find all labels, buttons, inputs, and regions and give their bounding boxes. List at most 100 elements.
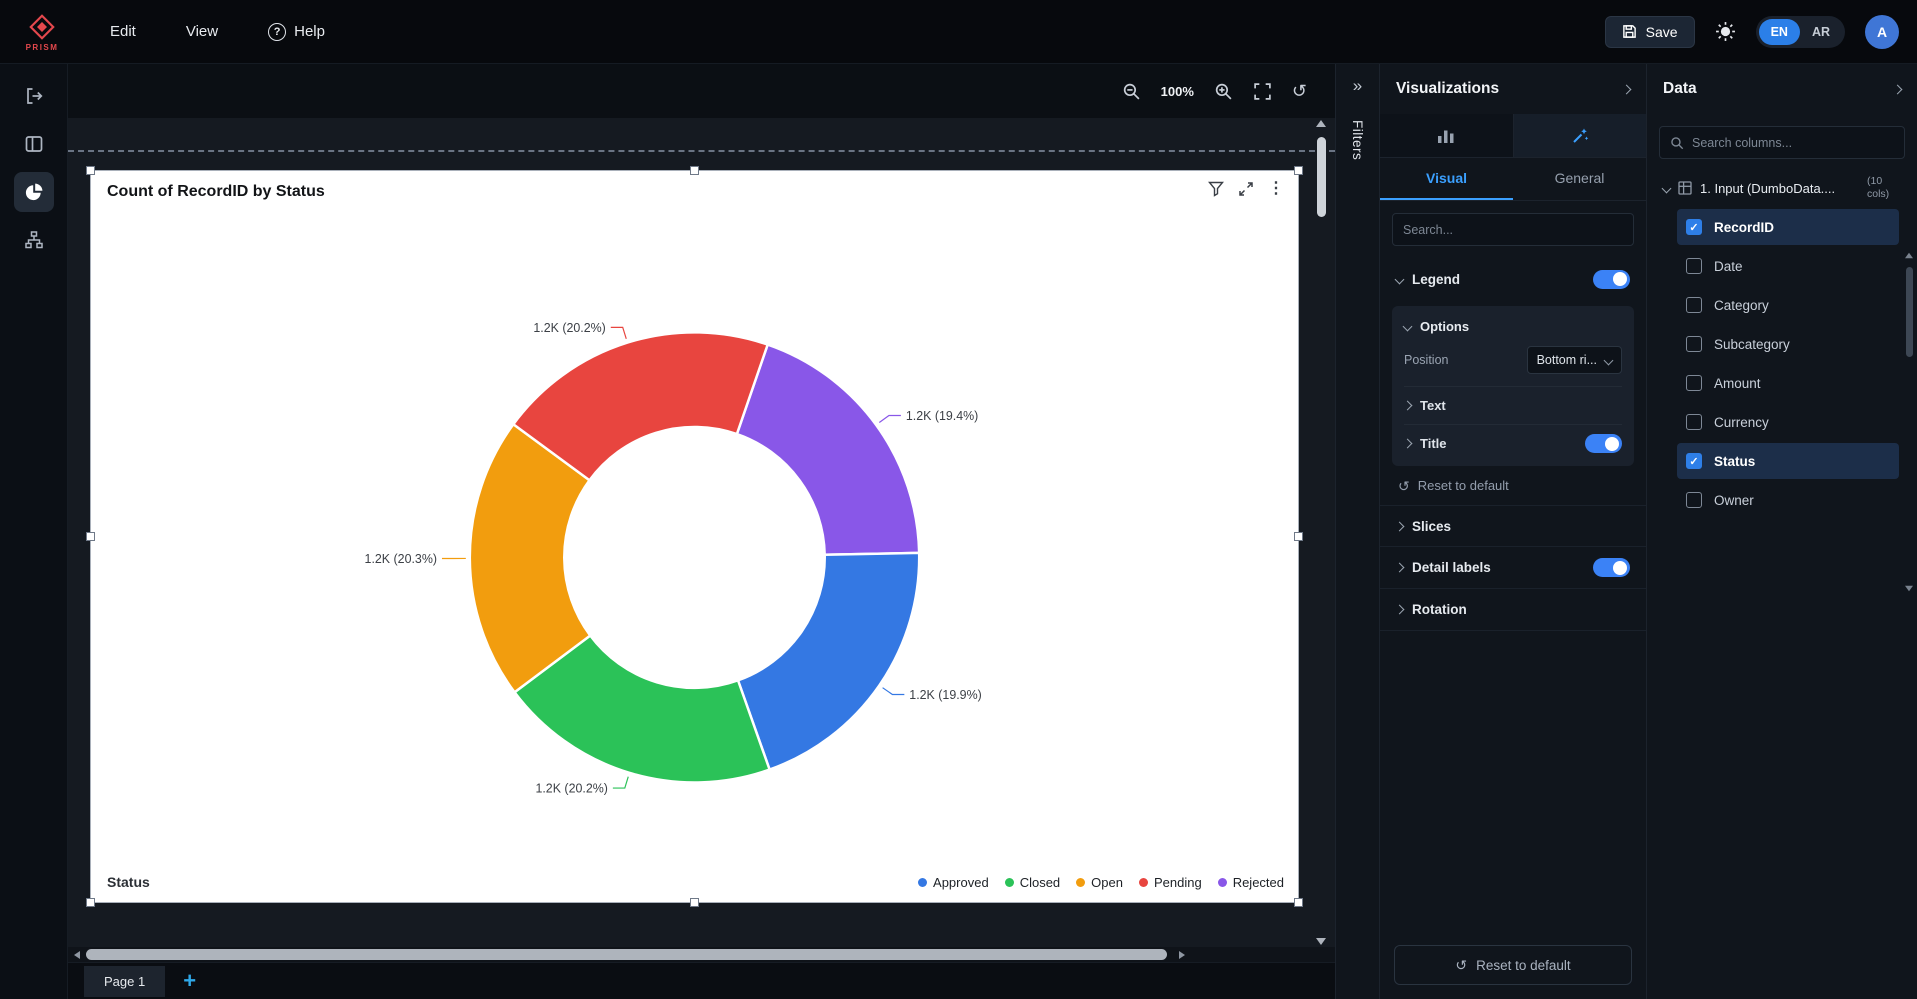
- legend-position-select[interactable]: Bottom ri...: [1527, 346, 1622, 374]
- legend-toggle[interactable]: [1593, 270, 1630, 289]
- tab-general[interactable]: General: [1513, 158, 1646, 200]
- reset-legend-link[interactable]: ↺ Reset to default: [1380, 470, 1646, 505]
- hierarchy-view-icon[interactable]: [14, 220, 54, 260]
- field-row-subcategory[interactable]: ✓ Subcategory: [1677, 326, 1899, 362]
- menu-help[interactable]: ? Help: [248, 15, 345, 49]
- dataset-node[interactable]: 1. Input (DumboData.... (10 cols): [1647, 171, 1917, 207]
- data-panel-scrollbar[interactable]: [1904, 252, 1914, 592]
- report-workspace[interactable]: Count of RecordID by Status ⋮ 1.2K (1: [68, 118, 1335, 947]
- section-legend[interactable]: Legend: [1380, 258, 1646, 300]
- pie-chart-view-icon[interactable]: [14, 172, 54, 212]
- scroll-right-icon[interactable]: [1179, 951, 1185, 959]
- horizontal-scroll-thumb[interactable]: [86, 949, 1167, 960]
- expand-filters-icon[interactable]: »: [1353, 76, 1362, 96]
- reset-to-default-button[interactable]: ↺ Reset to default: [1394, 945, 1632, 985]
- menu-view[interactable]: View: [166, 15, 238, 48]
- checkbox[interactable]: ✓: [1686, 297, 1702, 313]
- section-text[interactable]: Text: [1404, 386, 1622, 424]
- resize-handle[interactable]: [1294, 898, 1303, 907]
- slice-data-label: 1.2K (20.3%): [365, 552, 437, 566]
- resize-handle[interactable]: [86, 532, 95, 541]
- reset-view-icon[interactable]: ↺: [1292, 81, 1307, 102]
- scroll-up-icon[interactable]: [1316, 120, 1326, 127]
- field-row-status[interactable]: ✓ Status: [1677, 443, 1899, 479]
- field-label: Status: [1714, 454, 1755, 469]
- text-section-label: Text: [1420, 398, 1446, 413]
- zoom-in-icon[interactable]: [1214, 82, 1233, 101]
- legend-item[interactable]: Rejected: [1218, 875, 1284, 890]
- page-tab[interactable]: Page 1: [84, 966, 165, 997]
- save-button[interactable]: Save: [1605, 16, 1695, 48]
- detail-labels-toggle[interactable]: [1593, 558, 1630, 577]
- vertical-scrollbar[interactable]: [1315, 120, 1327, 945]
- donut-slice-approved[interactable]: [738, 553, 919, 770]
- checkbox[interactable]: ✓: [1686, 492, 1702, 508]
- vertical-scroll-thumb[interactable]: [1317, 137, 1326, 217]
- exit-icon[interactable]: [14, 76, 54, 116]
- section-title[interactable]: Title: [1404, 424, 1622, 462]
- theme-toggle-sun-icon[interactable]: [1715, 21, 1736, 42]
- fit-to-screen-icon[interactable]: [1253, 82, 1272, 101]
- viz-search-input[interactable]: [1403, 223, 1623, 237]
- tab-format[interactable]: [1513, 114, 1647, 157]
- checkbox[interactable]: ✓: [1686, 219, 1702, 235]
- report-visual[interactable]: Count of RecordID by Status ⋮ 1.2K (1: [90, 170, 1299, 903]
- data-search-input[interactable]: [1692, 136, 1894, 150]
- field-row-amount[interactable]: ✓ Amount: [1677, 365, 1899, 401]
- donut-slice-rejected[interactable]: [737, 345, 919, 555]
- resize-handle[interactable]: [1294, 532, 1303, 541]
- data-panel-title: Data: [1663, 80, 1697, 98]
- chevron-right-icon: [1395, 563, 1405, 573]
- scroll-down-icon[interactable]: [1905, 586, 1913, 592]
- data-scroll-thumb[interactable]: [1906, 267, 1913, 357]
- resize-handle[interactable]: [690, 898, 699, 907]
- resize-handle[interactable]: [1294, 166, 1303, 175]
- lang-en-button[interactable]: EN: [1759, 19, 1800, 45]
- tab-chart-types[interactable]: [1380, 114, 1513, 157]
- checkbox[interactable]: ✓: [1686, 414, 1702, 430]
- checkbox[interactable]: ✓: [1686, 375, 1702, 391]
- resize-handle[interactable]: [86, 166, 95, 175]
- section-slices[interactable]: Slices: [1380, 505, 1646, 547]
- field-row-owner[interactable]: ✓ Owner: [1677, 482, 1899, 518]
- scroll-up-icon[interactable]: [1905, 253, 1913, 259]
- slice-data-label: 1.2K (20.2%): [533, 321, 605, 335]
- collapse-panel-icon[interactable]: [1893, 84, 1903, 94]
- menu-edit[interactable]: Edit: [90, 15, 156, 48]
- section-detail-labels[interactable]: Detail labels: [1380, 547, 1646, 589]
- title-toggle[interactable]: [1585, 434, 1622, 453]
- format-subtabs: Visual General: [1380, 158, 1646, 201]
- legend-item[interactable]: Pending: [1139, 875, 1202, 890]
- add-page-button[interactable]: +: [183, 970, 196, 992]
- section-options[interactable]: Options: [1404, 308, 1622, 344]
- viz-search-box: [1392, 213, 1634, 246]
- scroll-left-icon[interactable]: [74, 951, 80, 959]
- lang-ar-button[interactable]: AR: [1800, 19, 1842, 45]
- section-rotation[interactable]: Rotation: [1380, 589, 1646, 631]
- field-row-date[interactable]: ✓ Date: [1677, 248, 1899, 284]
- app-logo[interactable]: PRISM: [18, 12, 66, 52]
- legend-options-group: Options Position Bottom ri... Text Title: [1392, 306, 1634, 466]
- legend-label: Approved: [933, 875, 989, 890]
- zoom-out-icon[interactable]: [1122, 82, 1141, 101]
- resize-handle[interactable]: [86, 898, 95, 907]
- collapse-panel-icon[interactable]: [1622, 84, 1632, 94]
- donut-chart: 1.2K (19.4%)1.2K (19.9%)1.2K (20.2%)1.2K…: [91, 171, 1298, 902]
- checkbox[interactable]: ✓: [1686, 258, 1702, 274]
- checkbox[interactable]: ✓: [1686, 336, 1702, 352]
- field-row-recordid[interactable]: ✓ RecordID: [1677, 209, 1899, 245]
- legend-item[interactable]: Open: [1076, 875, 1123, 890]
- resize-handle[interactable]: [690, 166, 699, 175]
- legend-item[interactable]: Approved: [918, 875, 989, 890]
- legend-item[interactable]: Closed: [1005, 875, 1060, 890]
- avatar[interactable]: A: [1865, 15, 1899, 49]
- field-row-currency[interactable]: ✓ Currency: [1677, 404, 1899, 440]
- scroll-down-icon[interactable]: [1316, 938, 1326, 945]
- layout-view-icon[interactable]: [14, 124, 54, 164]
- field-row-category[interactable]: ✓ Category: [1677, 287, 1899, 323]
- checkbox[interactable]: ✓: [1686, 453, 1702, 469]
- horizontal-scrollbar[interactable]: [68, 947, 1335, 962]
- slice-data-label: 1.2K (19.4%): [906, 409, 978, 423]
- tab-visual[interactable]: Visual: [1380, 158, 1513, 200]
- chevron-right-icon: [1395, 605, 1405, 615]
